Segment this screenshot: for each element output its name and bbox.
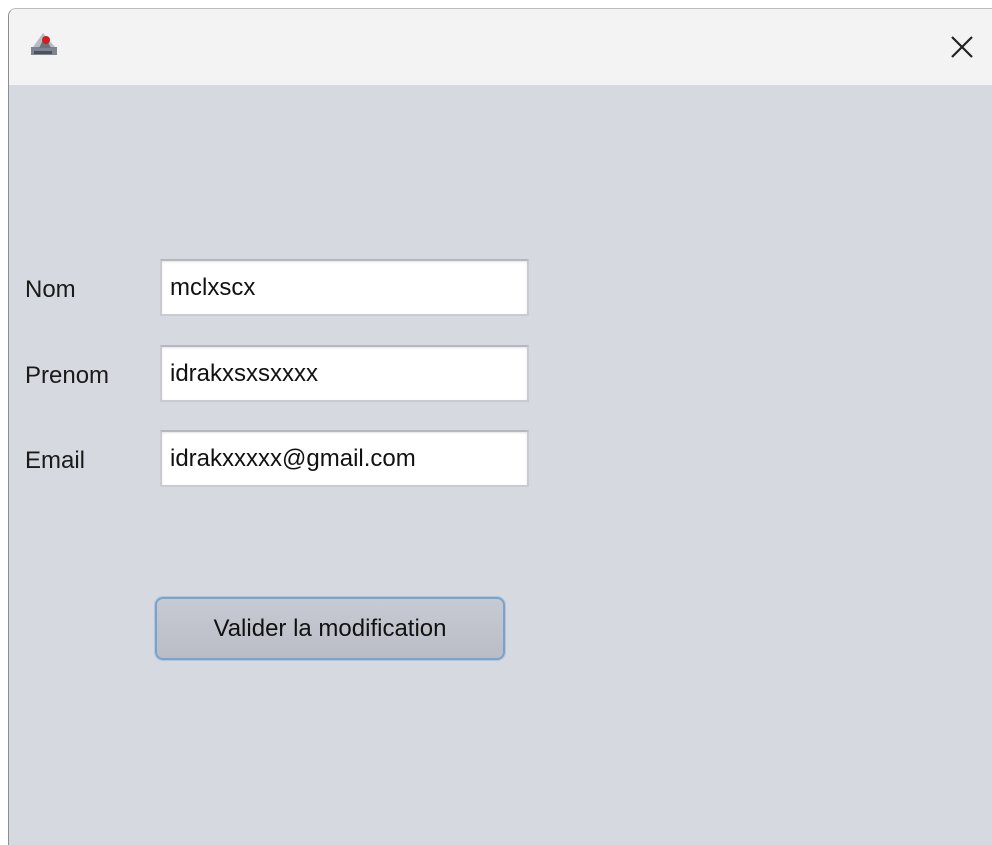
java-app-icon bbox=[29, 27, 61, 59]
prenom-label: Prenom bbox=[25, 362, 110, 389]
email-input[interactable] bbox=[160, 430, 529, 487]
dialog-window: Nom Prenom Email Valider la modification bbox=[8, 8, 992, 845]
close-icon bbox=[951, 36, 973, 58]
nom-label: Nom bbox=[25, 276, 76, 303]
close-button[interactable] bbox=[932, 9, 992, 85]
title-bar[interactable] bbox=[9, 9, 992, 85]
validate-button[interactable]: Valider la modification bbox=[155, 597, 505, 660]
prenom-input[interactable] bbox=[160, 345, 529, 402]
nom-input[interactable] bbox=[160, 259, 529, 316]
email-label: Email bbox=[25, 447, 86, 474]
